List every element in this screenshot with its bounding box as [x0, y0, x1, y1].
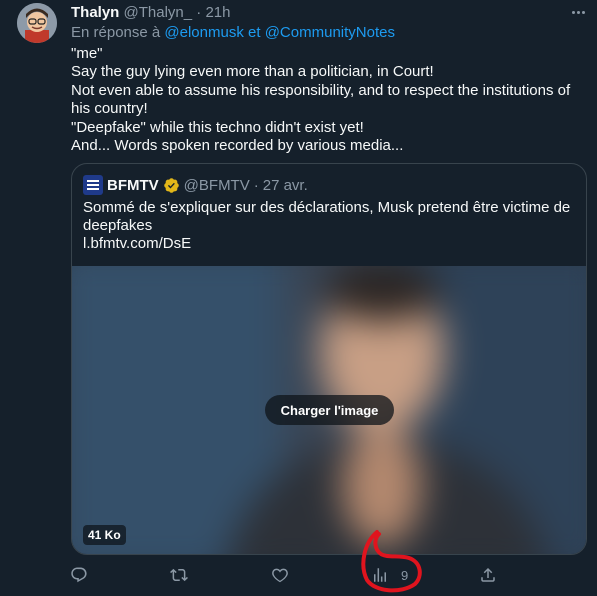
like-icon: [272, 568, 288, 583]
reply-mention-elonmusk[interactable]: @elonmusk: [164, 24, 243, 41]
author-handle[interactable]: @Thalyn_: [124, 4, 193, 21]
verified-badge-icon: [163, 177, 179, 193]
like-button[interactable]: [271, 563, 289, 587]
reply-context: En réponse à @elonmusk et @CommunityNote…: [71, 24, 395, 42]
quoted-author-name[interactable]: BFMTV: [107, 177, 159, 194]
avatar-image: [17, 3, 57, 43]
bfmtv-logo: [83, 175, 103, 195]
load-image-button[interactable]: Charger l'image: [265, 395, 394, 425]
more-icon[interactable]: [566, 2, 590, 22]
reply-mention-communitynotes[interactable]: @CommunityNotes: [265, 24, 395, 41]
quoted-tweet-media[interactable]: Charger l'image 41 Ko: [72, 266, 586, 554]
views-icon: [374, 568, 386, 582]
share-button[interactable]: [479, 563, 497, 587]
tweet[interactable]: Thalyn @Thalyn_ · 21h En réponse à @elon…: [0, 0, 597, 596]
tweet-line: "Deepfake" while this techno didn't exis…: [71, 118, 364, 136]
tweet-time[interactable]: 21h: [205, 4, 230, 21]
media-size-badge: 41 Ko: [83, 525, 126, 545]
reply-button[interactable]: [70, 563, 88, 587]
tweet-actions: 9: [60, 563, 597, 587]
retweet-icon: [170, 568, 188, 582]
reply-icon: [71, 567, 87, 583]
quoted-tweet[interactable]: BFMTV @BFMTV · 27 avr. Sommé de s'expliq…: [71, 163, 587, 555]
quoted-tweet-time[interactable]: 27 avr.: [263, 177, 308, 194]
tweet-line: "me": [71, 45, 103, 62]
quoted-author-handle[interactable]: @BFMTV: [184, 177, 250, 194]
avatar[interactable]: [17, 3, 57, 43]
retweet-button[interactable]: [170, 563, 188, 587]
separator-dot: ·: [253, 176, 259, 194]
tweet-header: Thalyn @Thalyn_ · 21h: [71, 4, 230, 22]
tweet-text: "me" Say the guy lying even more than a …: [71, 45, 586, 155]
reply-prefix: En réponse à: [71, 24, 161, 41]
views-button[interactable]: 9: [371, 563, 408, 587]
tweet-line: Not even able to assume his responsibili…: [71, 81, 575, 118]
quoted-tweet-header: BFMTV @BFMTV · 27 avr.: [83, 175, 312, 195]
author-name[interactable]: Thalyn: [71, 4, 119, 21]
quoted-tweet-text: Sommé de s'expliquer sur des déclaration…: [83, 199, 571, 235]
reply-and: et: [248, 24, 261, 41]
views-count: 9: [401, 567, 409, 583]
separator-dot: ·: [196, 4, 202, 21]
tweet-line: Say the guy lying even more than a polit…: [71, 63, 434, 81]
quoted-tweet-link[interactable]: l.bfmtv.com/DsE: [83, 235, 191, 253]
share-icon: [481, 567, 495, 582]
tweet-line: And... Words spoken recorded by various …: [71, 137, 404, 155]
